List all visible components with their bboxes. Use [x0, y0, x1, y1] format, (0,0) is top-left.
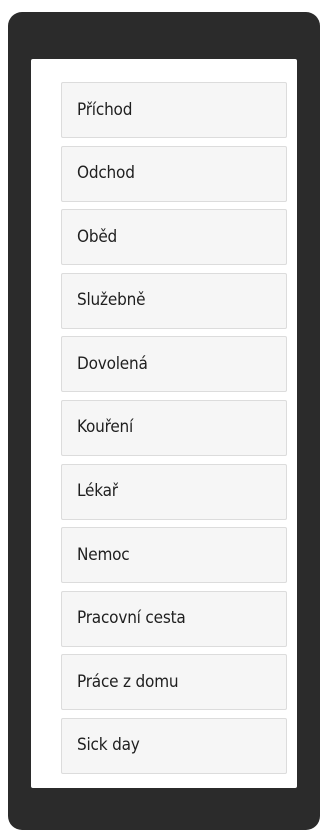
device-frame: Příchod Odchod Oběd Služebně Dovolená Ko… [8, 12, 320, 830]
menu-item-odchod[interactable]: Odchod [61, 145, 287, 202]
attendance-panel: Příchod Odchod Oběd Služebně Dovolená Ko… [31, 59, 297, 788]
menu-item-sick-day[interactable]: Sick day [61, 717, 287, 774]
menu-item-label: Lékař [77, 481, 118, 502]
menu-item-label: Nemoc [77, 544, 130, 565]
menu-item-label: Pracovní cesta [77, 608, 186, 629]
menu-item-label: Kouření [77, 417, 134, 438]
attendance-menu: Příchod Odchod Oběd Služebně Dovolená Ko… [61, 82, 287, 782]
menu-item-obed[interactable]: Oběd [61, 209, 287, 266]
menu-item-label: Oběd [77, 226, 118, 247]
menu-item-pracovni-cesta[interactable]: Pracovní cesta [61, 590, 287, 647]
menu-item-label: Odchod [77, 163, 135, 184]
menu-item-label: Služebně [77, 290, 146, 311]
menu-item-label: Sick day [77, 735, 140, 756]
menu-item-prichod[interactable]: Příchod [61, 82, 287, 138]
menu-item-lekar[interactable]: Lékař [61, 463, 287, 520]
menu-item-label: Práce z domu [77, 671, 179, 692]
menu-item-label: Dovolená [77, 353, 148, 374]
menu-item-koureni[interactable]: Kouření [61, 399, 287, 456]
menu-item-dovolena[interactable]: Dovolená [61, 336, 287, 393]
menu-item-label: Příchod [77, 99, 133, 120]
menu-item-prace-z-domu[interactable]: Práce z domu [61, 654, 287, 711]
menu-item-nemoc[interactable]: Nemoc [61, 527, 287, 584]
menu-item-sluzebne[interactable]: Služebně [61, 272, 287, 329]
